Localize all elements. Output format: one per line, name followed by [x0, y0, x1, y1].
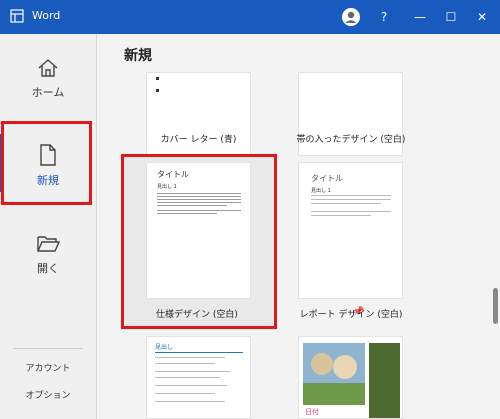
- vertical-scrollbar[interactable]: [492, 34, 500, 419]
- preview-title: タイトル: [311, 174, 343, 183]
- preview-heading: 見出し 1: [311, 188, 331, 194]
- template-thumbnail[interactable]: 見出し: [146, 336, 251, 419]
- template-label[interactable]: レポート デザイン (空白): [292, 307, 410, 320]
- new-templates-pane: 新規 カバー レター (青) 帯の入ったデザイン (空白) タイトル 見出し 1…: [97, 34, 500, 419]
- sidebar-item-label: 開く: [37, 262, 59, 275]
- new-document-icon: [40, 144, 56, 166]
- sidebar-divider: [14, 348, 82, 349]
- sidebar-item-label: ホーム: [31, 86, 65, 99]
- sidebar-item-new[interactable]: 新規: [0, 144, 96, 188]
- preview-heading: 見出し 1: [157, 184, 177, 190]
- maximize-button[interactable]: ☐: [436, 5, 466, 29]
- template-thumbnail[interactable]: タイトル 見出し 1: [298, 162, 403, 299]
- photo-preview: [303, 343, 365, 405]
- account-link[interactable]: アカウント: [0, 361, 96, 374]
- minimize-button[interactable]: —: [405, 5, 435, 29]
- user-icon: [345, 11, 357, 23]
- preview-heading: 見出し: [155, 344, 174, 351]
- template-label[interactable]: 帯の入ったデザイン (空白): [292, 132, 410, 145]
- page-title: 新規: [124, 48, 152, 64]
- close-button[interactable]: ✕: [467, 5, 497, 29]
- backstage-sidebar: ホーム 新規 開く アカウント オプション: [0, 34, 97, 419]
- accent-panel: [369, 343, 400, 418]
- scrollbar-thumb[interactable]: [493, 288, 498, 324]
- sidebar-item-open[interactable]: 開く: [0, 234, 96, 276]
- options-link[interactable]: オプション: [0, 388, 96, 401]
- title-bar: Word ? — ☐ ✕: [0, 0, 500, 34]
- account-avatar[interactable]: [342, 8, 360, 26]
- preview-title: タイトル: [157, 170, 189, 179]
- sidebar-item-label: 新規: [37, 174, 59, 187]
- word-app-icon: [10, 9, 24, 23]
- sidebar-item-home[interactable]: ホーム: [0, 58, 96, 100]
- template-thumbnail[interactable]: 日付: [298, 336, 403, 419]
- app-title: Word: [32, 9, 61, 22]
- template-label[interactable]: 仕様デザイン (空白): [137, 307, 257, 320]
- template-thumbnail[interactable]: タイトル 見出し 1: [146, 162, 251, 299]
- help-button[interactable]: ?: [369, 5, 399, 29]
- home-icon: [38, 59, 58, 77]
- open-folder-icon: [37, 236, 60, 252]
- template-label[interactable]: カバー レター (青): [146, 132, 251, 145]
- preview-title: 日付: [305, 408, 319, 416]
